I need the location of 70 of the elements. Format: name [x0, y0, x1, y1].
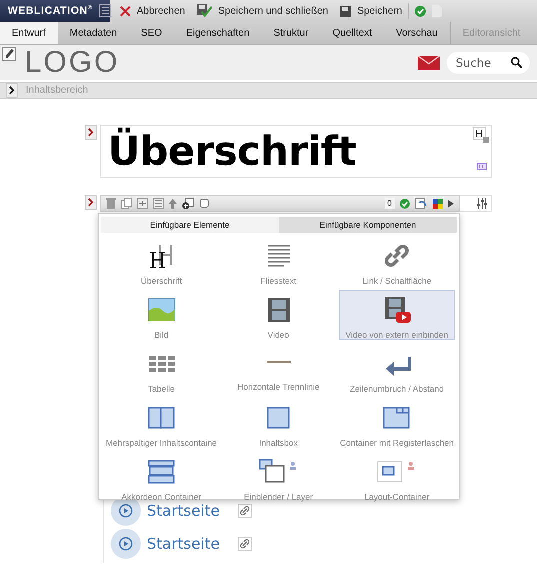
save-close-button[interactable]: Speichern und schließen	[197, 4, 328, 18]
logo: LOGO	[25, 48, 120, 78]
link-icon[interactable]	[238, 537, 252, 551]
expand-toggle-icon[interactable]	[85, 195, 97, 210]
insert-item[interactable]: Layout-Container	[339, 452, 455, 502]
insert-item[interactable]: Horizontale Trennlinie	[222, 344, 336, 394]
play-circle-icon	[111, 529, 141, 559]
cancel-button[interactable]: Abbrechen	[120, 6, 186, 16]
insert-item[interactable]: Überschrift	[105, 236, 218, 286]
insert-item[interactable]: Akkordeon Container	[105, 452, 218, 502]
two-columns-icon	[146, 405, 177, 431]
heading-block[interactable]: Überschrift	[100, 125, 492, 178]
play-icon[interactable]	[448, 200, 454, 208]
horizontal-line-icon	[266, 361, 291, 364]
sliders-icon[interactable]	[477, 198, 488, 209]
panel-tab[interactable]: Einfügbare Komponenten	[279, 217, 457, 233]
expand-toggle-icon[interactable]	[6, 83, 18, 98]
menu-icon[interactable]	[98, 4, 113, 18]
accordion-icon	[146, 459, 177, 485]
save-button[interactable]: Speichern	[340, 6, 402, 16]
tab[interactable]: Vorschau	[384, 22, 450, 44]
panel-tab[interactable]: Einfügbare Elemente	[101, 217, 279, 233]
insert-item[interactable]: Link / Schaltfläche	[339, 236, 455, 286]
save-icon	[340, 6, 352, 16]
select-checkbox[interactable]	[200, 199, 209, 208]
copy-icon[interactable]	[121, 198, 132, 209]
insert-item[interactable]: Video von extern einbinden	[339, 290, 455, 340]
landscape-image-icon	[146, 297, 177, 323]
check-icon[interactable]	[415, 6, 426, 16]
insert-item[interactable]: Tabelle	[105, 344, 218, 394]
check-icon[interactable]	[400, 198, 410, 208]
mail-icon[interactable]	[418, 56, 440, 70]
search-icon[interactable]	[511, 56, 522, 68]
insert-icon[interactable]	[137, 198, 148, 209]
color-grid-icon[interactable]	[433, 198, 443, 208]
link[interactable]: Startseite	[147, 502, 220, 520]
insert-item[interactable]: Mehrspaltiger Inhaltscontaine	[105, 398, 218, 448]
insert-item[interactable]: Bild	[105, 290, 218, 340]
tab[interactable]: Entwurf	[0, 22, 58, 44]
heading-style-icon[interactable]	[473, 127, 489, 143]
edit-page-icon[interactable]	[2, 47, 16, 61]
search-field[interactable]: Suche	[447, 52, 530, 74]
tab[interactable]: Struktur	[262, 22, 321, 44]
duplicate-icon[interactable]	[182, 198, 195, 210]
link-icon[interactable]	[238, 504, 252, 518]
tab[interactable]: Quelltext	[320, 22, 384, 44]
link[interactable]: Startseite	[147, 535, 220, 553]
counter: 0	[384, 198, 395, 209]
tabbed-container-icon	[382, 405, 412, 431]
tab[interactable]: SEO	[129, 22, 174, 44]
film-play-icon	[382, 297, 412, 323]
insert-item[interactable]: Einblender / Layer	[222, 452, 336, 502]
breadcrumb: Inhaltsbereich	[26, 85, 88, 96]
print-icon[interactable]	[153, 198, 164, 209]
tab[interactable]: Eigenschaften	[174, 22, 262, 44]
brand-logo: WEBLICATION$^{®}$	[8, 5, 93, 17]
tag-icon[interactable]	[477, 163, 487, 170]
insert-item[interactable]: Video	[222, 290, 336, 340]
replace-icon[interactable]	[415, 198, 428, 209]
expand-toggle-icon[interactable]	[85, 125, 97, 140]
close-icon	[120, 6, 131, 16]
insert-item[interactable]: Fliesstext	[222, 236, 336, 286]
insert-item[interactable]: Inhaltsbox	[222, 398, 336, 448]
overlapping-layers-icon	[258, 459, 299, 485]
heading: Überschrift	[108, 128, 356, 174]
insert-item[interactable]: Container mit Registerlaschen	[339, 398, 455, 448]
tab[interactable]: Metadaten	[58, 22, 130, 44]
up-arrow-icon[interactable]	[169, 198, 177, 208]
save-check-icon	[197, 4, 212, 18]
insert-item[interactable]: Zeilenumbruch / Abstand	[339, 344, 455, 394]
